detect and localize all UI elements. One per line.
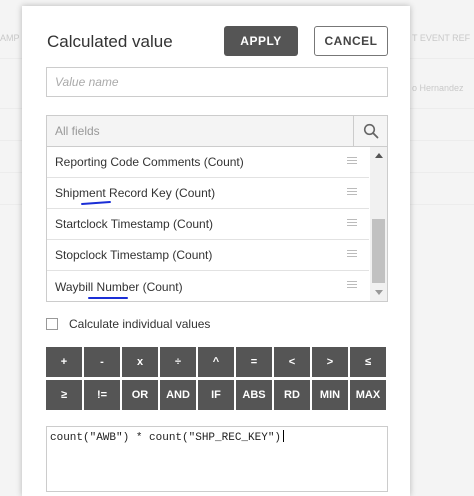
formula-editor[interactable]: count("AWB") * count("SHP_REC_KEY"): [46, 426, 388, 492]
drag-handle-icon[interactable]: [347, 219, 357, 228]
value-name-field-box: [46, 67, 388, 97]
key-abs[interactable]: ABS: [236, 380, 272, 410]
field-item[interactable]: Reporting Code Comments (Count): [47, 147, 369, 178]
cancel-button[interactable]: CANCEL: [314, 26, 388, 56]
key-or[interactable]: OR: [122, 380, 158, 410]
bg-column-header-left: AMP: [0, 33, 20, 43]
field-item[interactable]: Startclock Timestamp (Count): [47, 209, 369, 240]
key-power[interactable]: ^: [198, 347, 234, 377]
key-less-equal[interactable]: ≤: [350, 347, 386, 377]
fields-panel: Reporting Code Comments (Count) Shipment…: [46, 115, 388, 302]
field-label: Waybill Number (Count): [55, 279, 183, 294]
bg-column-header-right: T EVENT REF: [412, 33, 471, 43]
scroll-thumb[interactable]: [372, 219, 385, 283]
field-item[interactable]: Shipment Record Key (Count): [47, 178, 369, 209]
apply-button[interactable]: APPLY: [224, 26, 298, 56]
key-if[interactable]: IF: [198, 380, 234, 410]
drag-handle-icon[interactable]: [347, 188, 357, 197]
key-max[interactable]: MAX: [350, 380, 386, 410]
key-not-equal[interactable]: !=: [84, 380, 120, 410]
dialog-title: Calculated value: [47, 32, 173, 51]
field-label: Stopclock Timestamp (Count): [55, 248, 213, 262]
key-less-than[interactable]: <: [274, 347, 310, 377]
calculate-individual-row[interactable]: Calculate individual values: [46, 317, 210, 331]
key-round[interactable]: RD: [274, 380, 310, 410]
key-and[interactable]: AND: [160, 380, 196, 410]
calculate-individual-checkbox[interactable]: [46, 318, 58, 330]
key-equals[interactable]: =: [236, 347, 272, 377]
field-item[interactable]: Stopclock Timestamp (Count): [47, 240, 369, 271]
field-label: Startclock Timestamp (Count): [55, 217, 214, 231]
key-greater-than[interactable]: >: [312, 347, 348, 377]
fields-search-input[interactable]: [47, 116, 353, 145]
drag-handle-icon[interactable]: [347, 157, 357, 166]
fields-search-row: [47, 116, 387, 147]
key-plus[interactable]: +: [46, 347, 82, 377]
annotation-underline: [88, 297, 128, 299]
field-label: Shipment Record Key (Count): [55, 186, 216, 200]
fields-list: Reporting Code Comments (Count) Shipment…: [47, 147, 369, 301]
calculated-value-dialog: Calculated value APPLY CANCEL Reporting …: [22, 6, 410, 496]
bg-cell-name: o Hernandez: [412, 83, 464, 93]
search-button[interactable]: [353, 116, 387, 146]
calculate-individual-label: Calculate individual values: [69, 317, 211, 331]
key-divide[interactable]: ÷: [160, 347, 196, 377]
field-label: Reporting Code Comments (Count): [55, 155, 244, 169]
text-cursor: [283, 430, 285, 442]
value-name-input[interactable]: [47, 68, 387, 96]
key-min[interactable]: MIN: [312, 380, 348, 410]
drag-handle-icon[interactable]: [347, 250, 357, 259]
formula-text: count("AWB") * count("SHP_REC_KEY"): [50, 432, 282, 444]
search-icon: [363, 123, 378, 139]
scroll-down-arrow-icon[interactable]: [370, 284, 387, 301]
drag-handle-icon[interactable]: [347, 281, 357, 290]
key-greater-equal[interactable]: ≥: [46, 380, 82, 410]
scroll-up-arrow-icon[interactable]: [370, 147, 387, 164]
fields-scrollbar[interactable]: [370, 147, 387, 301]
key-minus[interactable]: -: [84, 347, 120, 377]
key-multiply[interactable]: x: [122, 347, 158, 377]
